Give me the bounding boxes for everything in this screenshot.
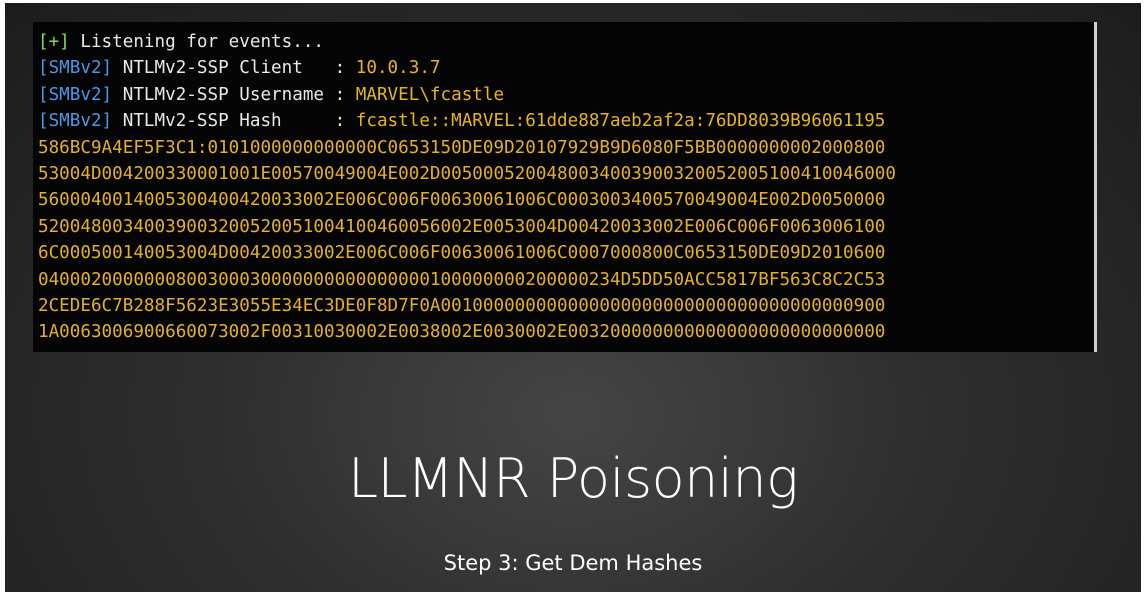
field-label: NTLMv2-SSP Client :: [112, 58, 356, 79]
smb-tag: [SMBv2]: [38, 111, 113, 132]
terminal-scrollbar[interactable]: [1094, 22, 1097, 352]
hash-continuation-line: 6C000500140053004D00420033002E006C006F00…: [38, 243, 886, 264]
listening-line: [+] Listening for events...: [38, 29, 1097, 55]
hash-continuation-line: 53004D004200330001001E00570049004E002D00…: [38, 163, 896, 184]
hash-value: fcastle::MARVEL:61dde887aeb2af2a:76DD803…: [355, 111, 886, 132]
hash-continuation-line: 0400020000000800300030000000000000000100…: [38, 269, 886, 290]
field-label: NTLMv2-SSP Hash :: [112, 111, 356, 132]
username-line: [SMBv2] NTLMv2-SSP Username : MARVEL\fca…: [38, 82, 1097, 108]
hash-continuation-line: 5200480034003900320052005100410046005600…: [38, 216, 886, 237]
username-value: MARVEL\fcastle: [355, 84, 505, 105]
hash-continuation-line: 1A0063006900660073002F00310030002E003800…: [38, 322, 886, 343]
hash-continuation-line: 586BC9A4EF5F3C1:0101000000000000C0653150…: [38, 137, 886, 158]
smb-tag: [SMBv2]: [38, 58, 113, 79]
client-line: [SMBv2] NTLMv2-SSP Client : 10.0.3.7: [38, 55, 1097, 81]
client-ip-value: 10.0.3.7: [355, 58, 441, 79]
hash-line: [SMBv2] NTLMv2-SSP Hash : fcastle::MARVE…: [38, 108, 1097, 134]
slide-title: LLMNR Poisoning: [347, 447, 799, 510]
slide-subtitle: Step 3: Get Dem Hashes: [443, 551, 703, 575]
hash-continuation-line: 5600040014005300400420033002E006C006F006…: [38, 190, 886, 211]
presentation-slide: [+] Listening for events... [SMBv2] NTLM…: [5, 3, 1141, 592]
smb-tag: [SMBv2]: [38, 84, 113, 105]
field-label: NTLMv2-SSP Username :: [112, 84, 356, 105]
terminal-output: [+] Listening for events... [SMBv2] NTLM…: [33, 22, 1097, 352]
hash-continuation-line: 2CEDE6C7B288F5623E3055E34EC3DE0F8D7F0A00…: [38, 295, 886, 316]
listening-text: Listening for events...: [69, 32, 324, 52]
status-tag: [+]: [38, 32, 70, 52]
